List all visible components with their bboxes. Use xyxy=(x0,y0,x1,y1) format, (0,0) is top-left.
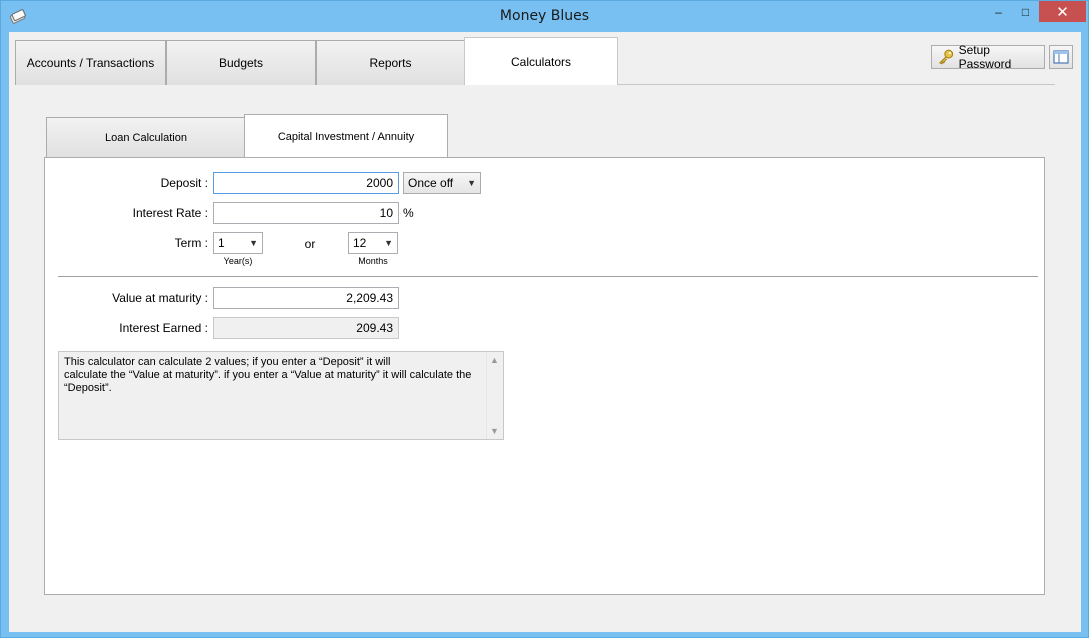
interest-earned-label: Interest Earned : xyxy=(119,321,208,335)
tab-accounts-transactions[interactable]: Accounts / Transactions xyxy=(15,40,166,85)
maximize-button[interactable]: □ xyxy=(1012,1,1039,23)
tab-reports[interactable]: Reports xyxy=(316,40,465,85)
term-years-select[interactable]: 1 ▼ xyxy=(213,232,263,254)
layout-toggle-button[interactable] xyxy=(1049,45,1073,69)
term-label: Term : xyxy=(174,236,208,250)
tab-calculators[interactable]: Calculators xyxy=(464,37,618,85)
value-at-maturity-input[interactable]: 2,209.43 xyxy=(213,287,399,309)
term-months-value: 12 xyxy=(353,236,367,250)
info-text: This calculator can calculate 2 values; … xyxy=(64,356,472,394)
term-months-caption: Months xyxy=(358,256,388,266)
percent-sign: % xyxy=(403,206,414,220)
chevron-down-icon: ▼ xyxy=(467,178,476,188)
close-button[interactable]: ✕ xyxy=(1039,1,1086,22)
interest-earned-value: 209.43 xyxy=(213,317,399,339)
title-bar[interactable]: Money Blues ‒ □ ✕ xyxy=(1,1,1088,32)
or-label: or xyxy=(304,237,316,251)
interest-rate-input[interactable]: 10 xyxy=(213,202,399,224)
chevron-down-icon: ▼ xyxy=(249,238,258,248)
info-scrollbar[interactable]: ▲ ▼ xyxy=(486,352,503,439)
deposit-label: Deposit : xyxy=(160,176,208,190)
calculator-panel: Deposit : 2000 Once off ▼ Interest Rate … xyxy=(44,157,1045,595)
interest-rate-label: Interest Rate : xyxy=(132,206,208,220)
tab-loan-calculation[interactable]: Loan Calculation xyxy=(46,117,246,158)
value-at-maturity-label: Value at maturity : xyxy=(112,291,208,305)
key-icon xyxy=(939,49,954,65)
scroll-up-icon[interactable]: ▲ xyxy=(490,355,499,365)
app-window: Money Blues ‒ □ ✕ Accounts / Transaction… xyxy=(0,0,1089,638)
panel-layout-icon xyxy=(1053,50,1069,64)
client-area: Accounts / Transactions Budgets Reports … xyxy=(9,32,1081,632)
info-textbox[interactable]: This calculator can calculate 2 values; … xyxy=(58,351,504,440)
setup-password-button[interactable]: Setup Password xyxy=(931,43,1045,71)
chevron-down-icon: ▼ xyxy=(384,238,393,248)
term-years-value: 1 xyxy=(218,236,225,250)
deposit-frequency-select[interactable]: Once off ▼ xyxy=(403,172,481,194)
deposit-input[interactable]: 2000 xyxy=(213,172,399,194)
tab-capital-investment-annuity[interactable]: Capital Investment / Annuity xyxy=(244,114,448,159)
setup-password-label: Setup Password xyxy=(958,43,1012,71)
deposit-frequency-value: Once off xyxy=(408,176,454,190)
tab-budgets[interactable]: Budgets xyxy=(166,40,316,85)
window-title: Money Blues xyxy=(499,8,590,24)
scroll-down-icon[interactable]: ▼ xyxy=(490,426,499,436)
minimize-button[interactable]: ‒ xyxy=(985,1,1012,23)
term-months-select[interactable]: 12 ▼ xyxy=(348,232,398,254)
section-divider xyxy=(58,276,1038,277)
term-years-caption: Year(s) xyxy=(223,256,253,266)
